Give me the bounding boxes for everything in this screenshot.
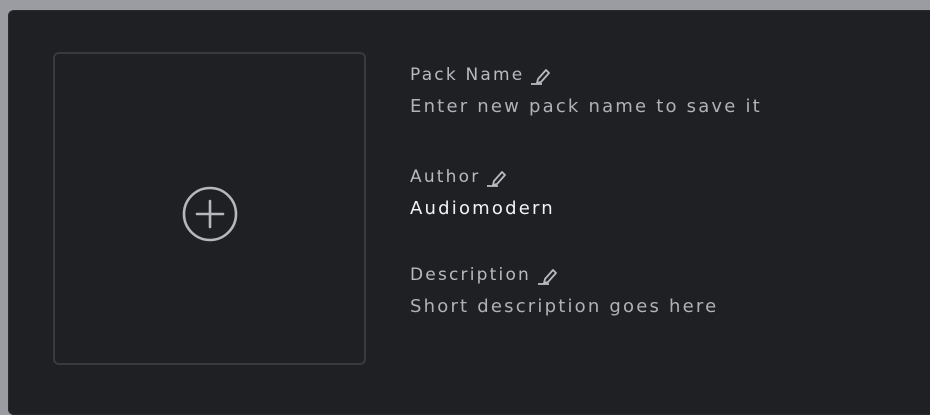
pack-name-label: Pack Name xyxy=(410,65,525,85)
pack-name-input[interactable]: Enter new pack name to save it xyxy=(410,96,920,122)
pencil-icon[interactable] xyxy=(537,265,559,285)
description-input[interactable]: Short description goes here xyxy=(410,296,920,322)
pack-name-field: Pack Name Enter new pack name to save it xyxy=(410,62,920,122)
description-label: Description xyxy=(410,265,532,285)
plus-circle-icon xyxy=(182,186,238,242)
author-label: Author xyxy=(410,167,481,187)
pack-image-upload[interactable] xyxy=(53,52,366,365)
pencil-icon[interactable] xyxy=(530,65,552,85)
pack-info-panel: Pack Name Enter new pack name to save it… xyxy=(8,10,930,415)
description-field: Description Short description goes here xyxy=(410,262,920,322)
author-input[interactable]: Audiomodern xyxy=(410,198,920,224)
author-label-row: Author xyxy=(410,164,920,190)
author-field: Author Audiomodern xyxy=(410,164,920,224)
pack-name-label-row: Pack Name xyxy=(410,62,920,88)
pencil-icon[interactable] xyxy=(486,167,508,187)
description-label-row: Description xyxy=(410,262,920,288)
